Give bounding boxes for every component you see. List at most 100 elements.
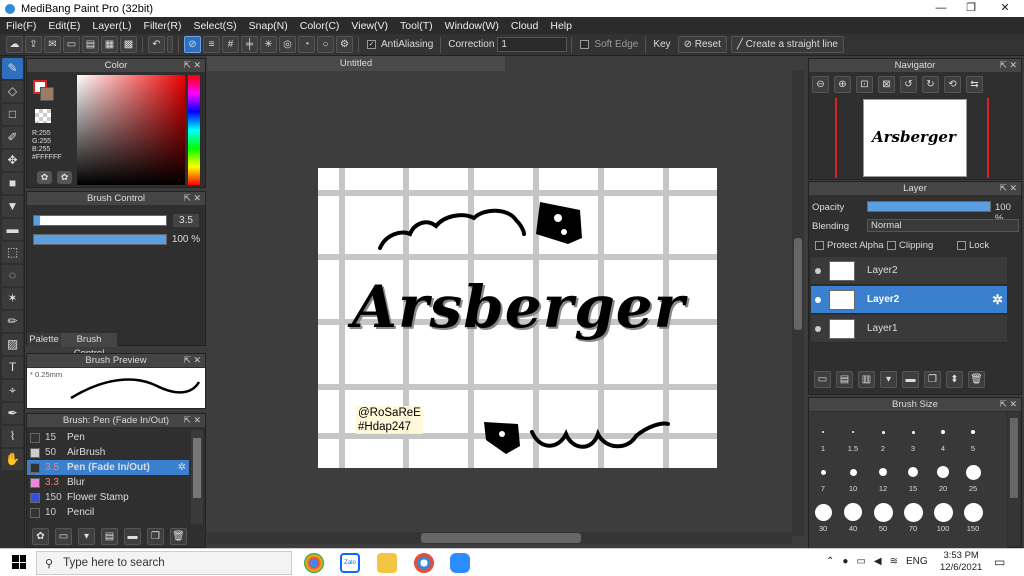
zoom-in-icon[interactable]: ⊕ bbox=[834, 76, 851, 93]
operation-tool-icon[interactable]: ⌖ bbox=[2, 380, 23, 401]
snap-parallel-icon[interactable]: ≡ bbox=[203, 36, 220, 53]
expand-icon[interactable]: ⇱ bbox=[183, 414, 191, 427]
straight-line-button[interactable]: ╱ Create a straight line bbox=[730, 36, 844, 53]
palette-icon[interactable]: ✿ bbox=[37, 171, 52, 184]
fit-icon[interactable]: ⊡ bbox=[856, 76, 873, 93]
brush-size-swatch[interactable] bbox=[903, 502, 923, 522]
new-layer-icon[interactable]: ▭ bbox=[814, 370, 831, 388]
close-icon[interactable]: ✕ bbox=[193, 59, 201, 72]
snap-radial-icon[interactable]: ✳ bbox=[260, 36, 277, 53]
soft-edge-checkbox[interactable] bbox=[580, 40, 590, 49]
brush-new-icon[interactable]: ▭ bbox=[55, 528, 72, 545]
brush-size-swatch[interactable] bbox=[849, 468, 857, 476]
layer-folder-icon[interactable]: ▬ bbox=[902, 370, 919, 388]
maximize-button[interactable]: ❐ bbox=[956, 0, 986, 17]
shape-tool-icon[interactable]: ■ bbox=[2, 173, 23, 194]
brush-folder-icon[interactable]: ▬ bbox=[124, 528, 141, 545]
snap-cross-icon[interactable]: ╪ bbox=[241, 36, 258, 53]
expand-icon[interactable]: ⇱ bbox=[999, 59, 1007, 72]
brush-size-scrollbar[interactable] bbox=[1008, 412, 1020, 546]
antialiasing-checkbox[interactable]: ✓ bbox=[367, 40, 376, 49]
brush-item[interactable]: 3.3 Blur bbox=[27, 475, 189, 490]
brush-size-slider[interactable] bbox=[33, 215, 167, 226]
comment-icon[interactable]: ✉ bbox=[44, 36, 61, 53]
speaker-icon[interactable]: ◀ bbox=[874, 556, 882, 567]
tab-palette[interactable]: Palette bbox=[27, 333, 61, 347]
hue-slider[interactable] bbox=[188, 75, 200, 185]
menu-color[interactable]: Color(C) bbox=[294, 20, 346, 32]
mic-icon[interactable]: ● bbox=[842, 556, 848, 567]
wifi-icon[interactable]: ≋ bbox=[890, 556, 898, 567]
layer-menu-icon[interactable]: ▾ bbox=[880, 370, 897, 388]
horizontal-scrollbar[interactable] bbox=[207, 532, 792, 544]
menu-help[interactable]: Help bbox=[544, 20, 578, 32]
brush-tool-icon[interactable]: ✎ bbox=[2, 58, 23, 79]
transparent-swatch[interactable] bbox=[35, 109, 51, 123]
protect-alpha-checkbox[interactable] bbox=[815, 241, 824, 250]
snap-ellipse-icon[interactable]: ○ bbox=[317, 36, 334, 53]
close-icon[interactable]: ✕ bbox=[1009, 182, 1017, 195]
brush-size-value[interactable]: 3.5 bbox=[173, 214, 199, 227]
hand-tool-icon[interactable]: ✋ bbox=[2, 449, 23, 470]
toolbar-handle[interactable] bbox=[167, 36, 173, 53]
brush-opacity-slider[interactable] bbox=[33, 234, 167, 245]
menu-cloud[interactable]: Cloud bbox=[505, 20, 544, 32]
zoom-app-icon[interactable] bbox=[450, 553, 470, 573]
palette-add-icon[interactable]: ✿ bbox=[57, 171, 72, 184]
correction-select[interactable]: 1 bbox=[497, 37, 568, 52]
bucket-tool-icon[interactable]: ▼ bbox=[2, 196, 23, 217]
clock[interactable]: 3:53 PM 12/6/2021 bbox=[940, 550, 982, 574]
menu-edit[interactable]: Edit(E) bbox=[42, 20, 86, 32]
menu-tool[interactable]: Tool(T) bbox=[394, 20, 439, 32]
brush-size-swatch[interactable] bbox=[873, 502, 893, 522]
actual-size-icon[interactable]: ⊠ bbox=[878, 76, 895, 93]
snap-settings-icon[interactable]: ⚙ bbox=[336, 36, 353, 53]
close-icon[interactable]: ✕ bbox=[1009, 398, 1017, 411]
manage-icon[interactable]: ▦ bbox=[101, 36, 118, 53]
select-tool-icon[interactable]: ⬚ bbox=[2, 242, 23, 263]
layer-row-selected[interactable]: Layer2 ✲ bbox=[811, 286, 1007, 314]
reset-button[interactable]: ⊘ Reset bbox=[677, 36, 727, 53]
new-halftone-layer-icon[interactable]: ▤ bbox=[836, 370, 853, 388]
eyedropper-icon[interactable]: ✒ bbox=[2, 403, 23, 424]
brush-size-swatch[interactable] bbox=[820, 469, 826, 475]
gradient-tool-icon[interactable]: ▬ bbox=[2, 219, 23, 240]
brush-size-swatch[interactable] bbox=[881, 430, 885, 434]
snap-circle-icon[interactable]: ◎ bbox=[279, 36, 296, 53]
eraser-tool-icon[interactable]: ◇ bbox=[2, 81, 23, 102]
close-icon[interactable]: ✕ bbox=[193, 414, 201, 427]
vertical-scrollbar[interactable] bbox=[792, 70, 804, 536]
brush-delete-icon[interactable]: 🗑 bbox=[170, 528, 187, 545]
brush-size-swatch[interactable] bbox=[941, 430, 945, 434]
flip-icon[interactable]: ⇆ bbox=[966, 76, 983, 93]
zalo-icon[interactable]: Zalo bbox=[340, 553, 360, 573]
menu-snap[interactable]: Snap(N) bbox=[243, 20, 294, 32]
layer-row[interactable]: Layer2 bbox=[811, 257, 1007, 285]
layer-duplicate-icon[interactable]: ❐ bbox=[924, 370, 941, 388]
layer-merge-icon[interactable]: ⬍ bbox=[946, 370, 963, 388]
brush-list-scrollbar[interactable] bbox=[191, 430, 203, 524]
rotate-left-icon[interactable]: ↺ bbox=[900, 76, 917, 93]
close-icon[interactable]: ✕ bbox=[193, 192, 201, 205]
document-tab[interactable]: Untitled bbox=[207, 56, 505, 71]
chevron-up-icon[interactable]: ⌃ bbox=[826, 556, 834, 567]
notification-icon[interactable]: ▭ bbox=[994, 555, 1005, 569]
taskbar-search[interactable]: ⚲ Type here to search bbox=[36, 551, 292, 575]
language-indicator[interactable]: ENG bbox=[906, 556, 928, 567]
brush-item[interactable]: 50 AirBrush bbox=[27, 445, 189, 460]
menu-select[interactable]: Select(S) bbox=[187, 20, 242, 32]
move-tool-icon[interactable]: ✥ bbox=[2, 150, 23, 171]
brush-size-swatch[interactable] bbox=[965, 464, 981, 480]
brush-item[interactable]: 15 Pen bbox=[27, 430, 189, 445]
close-icon[interactable]: ✕ bbox=[1009, 59, 1017, 72]
zoom-out-icon[interactable]: ⊖ bbox=[812, 76, 829, 93]
layer-opacity-slider[interactable] bbox=[867, 201, 991, 212]
minimize-button[interactable]: — bbox=[926, 0, 956, 17]
visibility-icon[interactable] bbox=[815, 325, 821, 332]
menu-filter[interactable]: Filter(R) bbox=[138, 20, 188, 32]
brush-size-swatch[interactable] bbox=[822, 431, 824, 433]
brush-size-swatch[interactable] bbox=[844, 503, 862, 521]
new-page-icon[interactable]: ▭ bbox=[63, 36, 80, 53]
snap-grid-icon[interactable]: # bbox=[222, 36, 239, 53]
medibang-taskbar-icon[interactable] bbox=[414, 553, 434, 573]
